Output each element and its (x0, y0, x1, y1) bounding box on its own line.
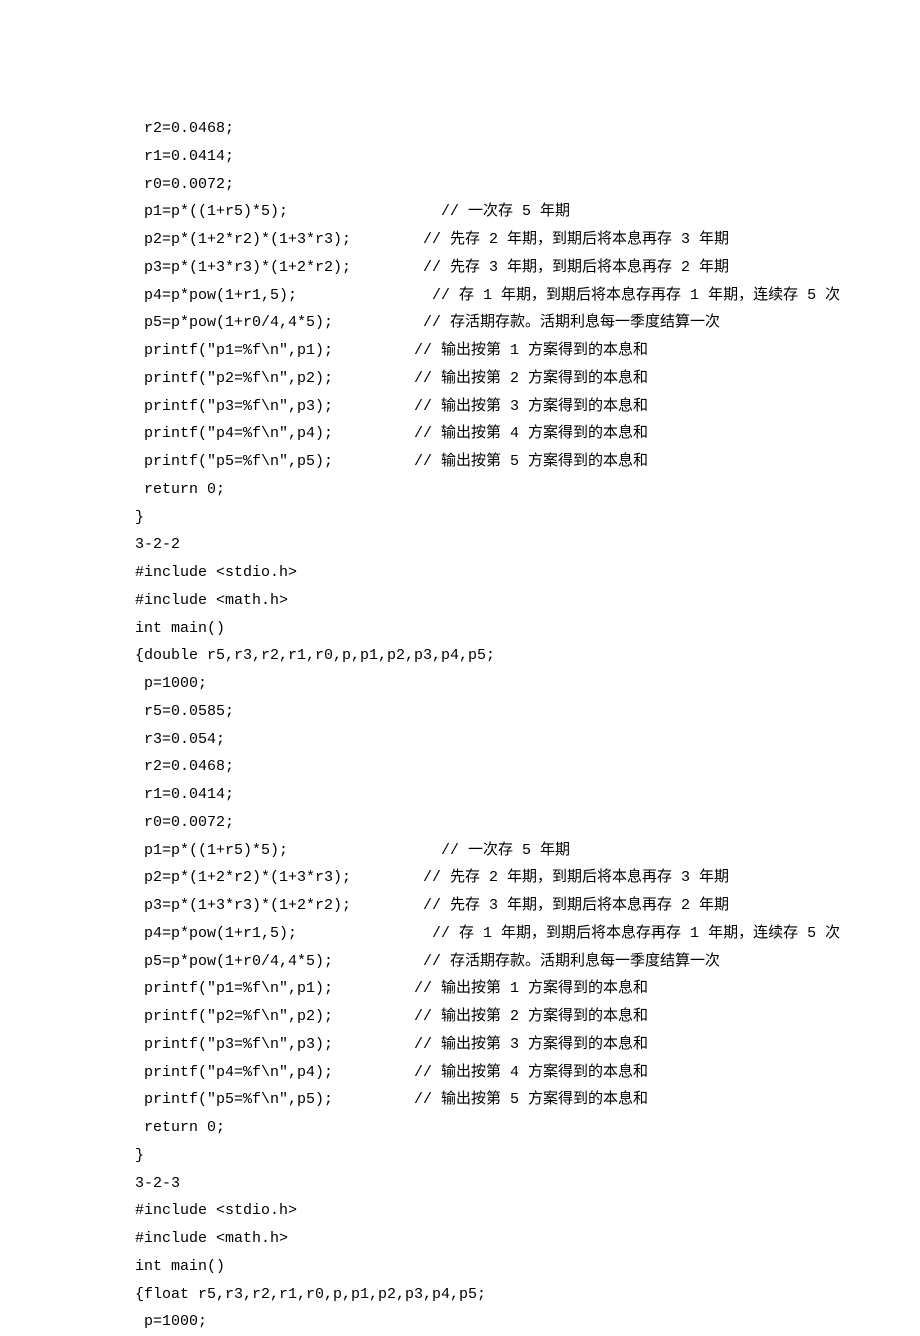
code-line: return 0; (135, 1114, 835, 1142)
code-line: p3=p*(1+3*r3)*(1+2*r2); // 先存 3 年期，到期后将本… (135, 254, 835, 282)
code-line: p=1000; (135, 670, 835, 698)
code-line: r0=0.0072; (135, 171, 835, 199)
code-line: r5=0.0585; (135, 698, 835, 726)
code-line: {double r5,r3,r2,r1,r0,p,p1,p2,p3,p4,p5; (135, 642, 835, 670)
code-line: p4=p*pow(1+r1,5); // 存 1 年期，到期后将本息存再存 1 … (135, 920, 835, 948)
code-line: p2=p*(1+2*r2)*(1+3*r3); // 先存 2 年期，到期后将本… (135, 864, 835, 892)
document-page: r2=0.0468; r1=0.0414; r0=0.0072; p1=p*((… (0, 0, 835, 1336)
code-line: printf("p2=%f\n",p2); // 输出按第 2 方案得到的本息和 (135, 365, 835, 393)
code-line: printf("p5=%f\n",p5); // 输出按第 5 方案得到的本息和 (135, 1086, 835, 1114)
code-line: #include <stdio.h> (135, 559, 835, 587)
code-line: #include <stdio.h> (135, 1197, 835, 1225)
code-line: printf("p5=%f\n",p5); // 输出按第 5 方案得到的本息和 (135, 448, 835, 476)
code-line: p5=p*pow(1+r0/4,4*5); // 存活期存款。活期利息每一季度结… (135, 309, 835, 337)
code-line: r0=0.0072; (135, 809, 835, 837)
code-line: p=1000; (135, 1308, 835, 1336)
code-line: } (135, 1142, 835, 1170)
code-line: r2=0.0468; (135, 115, 835, 143)
code-line: printf("p1=%f\n",p1); // 输出按第 1 方案得到的本息和 (135, 975, 835, 1003)
code-line: printf("p2=%f\n",p2); // 输出按第 2 方案得到的本息和 (135, 1003, 835, 1031)
code-line: p3=p*(1+3*r3)*(1+2*r2); // 先存 3 年期，到期后将本… (135, 892, 835, 920)
code-line: int main() (135, 1253, 835, 1281)
section-heading: 3-2-2 (135, 531, 835, 559)
code-line: p4=p*pow(1+r1,5); // 存 1 年期，到期后将本息存再存 1 … (135, 282, 835, 310)
code-line: return 0; (135, 476, 835, 504)
code-line: p5=p*pow(1+r0/4,4*5); // 存活期存款。活期利息每一季度结… (135, 948, 835, 976)
code-line: r3=0.054; (135, 726, 835, 754)
code-line: r2=0.0468; (135, 753, 835, 781)
code-line: r1=0.0414; (135, 143, 835, 171)
code-line: printf("p4=%f\n",p4); // 输出按第 4 方案得到的本息和 (135, 1059, 835, 1087)
code-line: r1=0.0414; (135, 781, 835, 809)
code-line: printf("p1=%f\n",p1); // 输出按第 1 方案得到的本息和 (135, 337, 835, 365)
code-line: p1=p*((1+r5)*5); // 一次存 5 年期 (135, 837, 835, 865)
code-line: printf("p3=%f\n",p3); // 输出按第 3 方案得到的本息和 (135, 393, 835, 421)
code-line: printf("p3=%f\n",p3); // 输出按第 3 方案得到的本息和 (135, 1031, 835, 1059)
section-heading: 3-2-3 (135, 1170, 835, 1198)
code-line: #include <math.h> (135, 587, 835, 615)
code-line: {float r5,r3,r2,r1,r0,p,p1,p2,p3,p4,p5; (135, 1281, 835, 1309)
code-line: #include <math.h> (135, 1225, 835, 1253)
code-line: printf("p4=%f\n",p4); // 输出按第 4 方案得到的本息和 (135, 420, 835, 448)
code-line: p2=p*(1+2*r2)*(1+3*r3); // 先存 2 年期，到期后将本… (135, 226, 835, 254)
code-line: p1=p*((1+r5)*5); // 一次存 5 年期 (135, 198, 835, 226)
code-line: int main() (135, 615, 835, 643)
code-line: } (135, 504, 835, 532)
